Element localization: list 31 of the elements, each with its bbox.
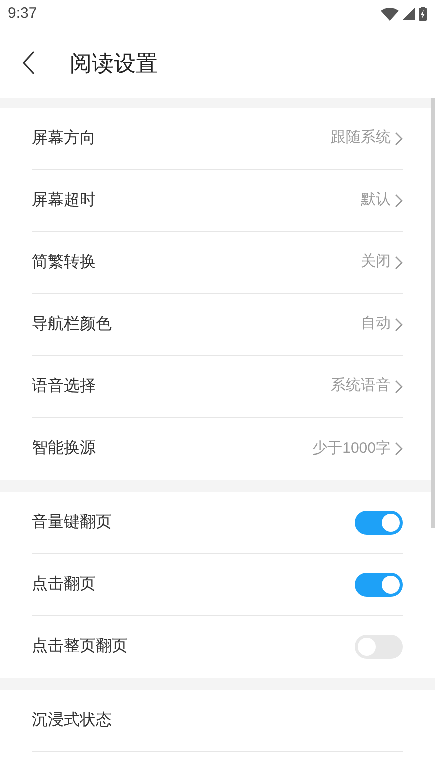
setting-value-button[interactable]: 默认	[361, 189, 403, 212]
toggle-switch[interactable]	[355, 510, 403, 534]
setting-value-button[interactable]: 关闭	[361, 251, 403, 274]
setting-label: 点击翻页	[32, 574, 96, 594]
setting-label: 语音选择	[32, 376, 96, 396]
chevron-right-icon	[395, 318, 403, 332]
setting-value-button[interactable]: 少于1000字	[312, 438, 403, 460]
back-icon	[22, 51, 36, 75]
chevron-right-icon	[395, 256, 403, 270]
setting-value-button[interactable]: 跟随系统	[331, 127, 403, 150]
chevron-right-icon	[395, 194, 403, 208]
chevron-right-icon	[395, 132, 403, 146]
page-title: 阅读设置	[70, 50, 158, 78]
toggle-switch[interactable]	[355, 572, 403, 596]
battery-icon	[419, 7, 427, 21]
setting-label: 导航栏颜色	[32, 314, 112, 334]
chevron-right-icon	[395, 442, 403, 456]
signal-icon	[403, 8, 415, 20]
setting-label: 音量键翻页	[32, 512, 112, 532]
setting-label: 屏幕方向	[32, 128, 96, 148]
wifi-icon	[381, 8, 399, 20]
setting-label: 屏幕超时	[32, 190, 96, 210]
chevron-right-icon	[395, 380, 403, 394]
setting-value-button[interactable]: 系统语音	[331, 375, 403, 398]
back-button[interactable]	[22, 51, 36, 75]
setting-label: 点击整页翻页	[32, 636, 128, 657]
setting-value-button[interactable]: 自动	[361, 313, 403, 336]
setting-label: 智能换源	[32, 439, 96, 459]
status-time: 9:37	[8, 4, 38, 24]
setting-label: 简繁转换	[32, 252, 96, 272]
setting-label: 沉浸式状态	[32, 710, 112, 730]
